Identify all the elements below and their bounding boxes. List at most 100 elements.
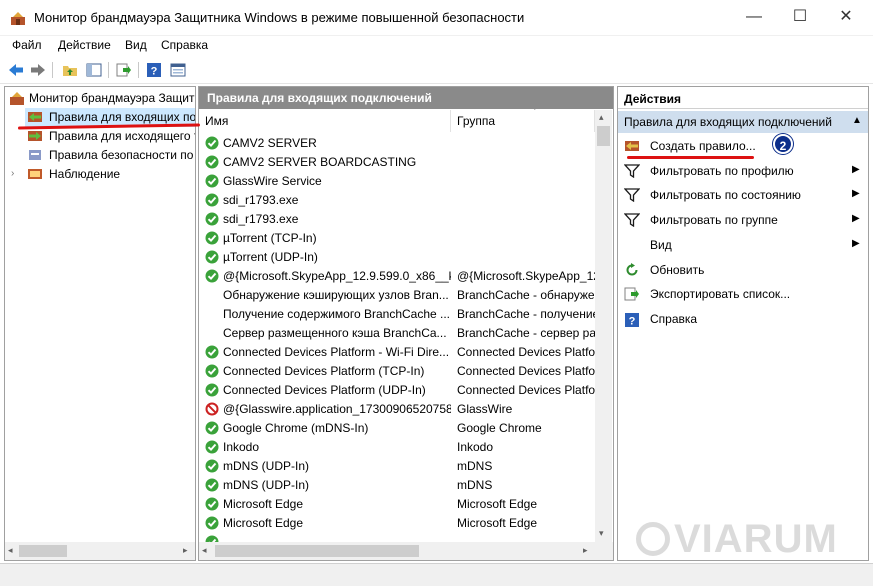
action-refresh[interactable]: Обновить	[618, 259, 868, 281]
rule-name: sdi_r1793.exe	[223, 212, 299, 226]
rule-group: BranchCache - сервер раз	[457, 326, 595, 340]
table-row[interactable]	[199, 533, 595, 542]
show-hide-tree-icon[interactable]	[84, 60, 104, 80]
allow-check-icon	[205, 345, 219, 359]
allow-check-icon	[205, 174, 219, 188]
forward-icon[interactable]	[28, 60, 48, 80]
watermark-text: VIARUM	[674, 517, 838, 561]
submenu-arrow-icon: ▶	[852, 163, 860, 175]
scroll-left-icon[interactable]: ◂	[202, 545, 207, 556]
table-row[interactable]: CAMV2 SERVER	[199, 134, 595, 153]
table-row[interactable]: Connected Devices Platform - Wi-Fi Dire.…	[199, 343, 595, 362]
action-label: Создать правило...	[650, 139, 756, 153]
rule-name: Получение содержимого BranchCache ...	[223, 307, 451, 321]
action-filter-group[interactable]: Фильтровать по группе ▶	[618, 209, 868, 231]
properties-icon[interactable]	[168, 60, 188, 80]
scroll-right-icon[interactable]: ▸	[583, 545, 588, 556]
rule-name: GlassWire Service	[223, 174, 322, 188]
allow-check-icon	[205, 155, 219, 169]
rules-pane-header: Правила для входящих подключений	[199, 87, 613, 109]
scrollbar-thumb[interactable]	[19, 545, 67, 557]
table-row[interactable]: mDNS (UDP-In) mDNS	[199, 476, 595, 495]
menu-view[interactable]: Вид	[125, 38, 147, 52]
tree-horizontal-scrollbar[interactable]: ◂ ▸	[5, 542, 195, 560]
allow-check-icon	[205, 535, 219, 542]
tree-root[interactable]: Монитор брандмауэра Защит	[5, 89, 195, 108]
folder-up-icon[interactable]	[60, 60, 80, 80]
allow-check-icon	[205, 383, 219, 397]
export-icon[interactable]	[114, 60, 134, 80]
table-row[interactable]: mDNS (UDP-In) mDNS	[199, 457, 595, 476]
back-icon[interactable]	[6, 60, 26, 80]
allow-check-icon	[205, 364, 219, 378]
close-button[interactable]: ✕	[823, 0, 869, 34]
scroll-left-icon[interactable]: ◂	[8, 545, 13, 556]
help-icon: ?	[624, 312, 640, 327]
action-view[interactable]: Вид ▶	[618, 234, 868, 256]
table-row[interactable]: Google Chrome (mDNS-In) Google Chrome	[199, 419, 595, 438]
table-row[interactable]: Microsoft Edge Microsoft Edge	[199, 514, 595, 533]
scroll-right-icon[interactable]: ▸	[183, 545, 188, 556]
menu-help[interactable]: Справка	[161, 38, 208, 52]
table-row[interactable]: @{Glasswire.application_17300906520758..…	[199, 400, 595, 419]
table-row[interactable]: µTorrent (TCP-In)	[199, 229, 595, 248]
rule-name: mDNS (UDP-In)	[223, 478, 309, 492]
action-label: Фильтровать по состоянию	[650, 188, 801, 203]
table-row[interactable]: Connected Devices Platform (UDP-In) Conne…	[199, 381, 595, 400]
rule-name: CAMV2 SERVER BOARDCASTING	[223, 155, 417, 169]
column-header-group[interactable]: Группа	[451, 110, 595, 132]
tree-item-monitoring[interactable]: › Наблюдение	[9, 165, 195, 184]
allow-check-icon	[205, 250, 219, 264]
collapse-icon[interactable]: ▲	[852, 115, 862, 126]
scroll-up-icon[interactable]: ▴	[599, 112, 604, 123]
allow-check-icon	[205, 136, 219, 150]
rule-group: Inkodo	[457, 440, 494, 454]
table-row[interactable]: Microsoft Edge Microsoft Edge	[199, 495, 595, 514]
table-row[interactable]: CAMV2 SERVER BOARDCASTING	[199, 153, 595, 172]
help-icon[interactable]: ?	[144, 60, 164, 80]
rule-name: Google Chrome (mDNS-In)	[223, 421, 369, 435]
table-row[interactable]: Получение содержимого BranchCache ... Bra…	[199, 305, 595, 324]
table-row[interactable]: GlassWire Service	[199, 172, 595, 191]
table-row[interactable]: µTorrent (UDP-In)	[199, 248, 595, 267]
menu-file[interactable]: Файл	[12, 38, 42, 52]
action-label: Экспортировать список...	[650, 287, 791, 302]
tree-item-label: Наблюдение	[49, 167, 121, 181]
table-row[interactable]: sdi_r1793.exe	[199, 210, 595, 229]
table-row[interactable]: sdi_r1793.exe	[199, 191, 595, 210]
table-row[interactable]: Inkodo Inkodo	[199, 438, 595, 457]
action-filter-state[interactable]: Фильтровать по состоянию ▶	[618, 184, 868, 206]
action-help[interactable]: ? Справка	[618, 308, 868, 330]
scrollbar-thumb[interactable]	[215, 545, 419, 557]
action-new-rule[interactable]: Создать правило...	[618, 135, 868, 157]
tree-item-outbound-rules[interactable]: Правила для исходящего т	[25, 127, 195, 146]
table-row[interactable]: Connected Devices Platform (TCP-In) Conne…	[199, 362, 595, 381]
action-label: Обновить	[650, 262, 705, 277]
tree-root-label: Монитор брандмауэра Защит	[29, 91, 195, 105]
action-filter-profile[interactable]: Фильтровать по профилю ▶	[618, 160, 868, 182]
maximize-button[interactable]: ☐	[777, 0, 823, 34]
scrollbar-thumb[interactable]	[597, 126, 610, 146]
allow-check-icon	[205, 269, 219, 283]
menu-action[interactable]: Действие	[58, 38, 111, 52]
action-export-list[interactable]: Экспортировать список...	[618, 283, 868, 305]
expand-arrow-icon[interactable]: ›	[11, 168, 27, 182]
rule-name: Connected Devices Platform (TCP-In)	[223, 364, 425, 378]
allow-check-icon	[205, 212, 219, 226]
tree-item-connection-security[interactable]: Правила безопасности по	[25, 146, 195, 165]
column-header-name[interactable]: Имя	[199, 110, 451, 132]
rules-vertical-scrollbar[interactable]: ▴ ▾	[595, 110, 612, 542]
table-row[interactable]: Обнаружение кэширующих узлов Bran... Bran…	[199, 286, 595, 305]
rule-group: Google Chrome	[457, 421, 542, 435]
table-row[interactable]: Сервер размещенного кэша BranchCa... Bran…	[199, 324, 595, 343]
actions-section-label: Правила для входящих подключений	[624, 115, 832, 129]
rule-name: Обнаружение кэширующих узлов Bran...	[223, 288, 449, 302]
submenu-arrow-icon: ▶	[852, 188, 860, 200]
table-row[interactable]: @{Microsoft.SkypeApp_12.9.599.0_x86__k..…	[199, 267, 595, 286]
actions-section-header[interactable]: Правила для входящих подключений ▲	[618, 111, 868, 133]
action-label: Фильтровать по группе	[650, 213, 778, 228]
minimize-button[interactable]: —	[731, 0, 777, 34]
no-status-icon	[205, 307, 219, 321]
scroll-down-icon[interactable]: ▾	[599, 528, 604, 539]
rules-horizontal-scrollbar[interactable]: ◂ ▸	[199, 542, 613, 560]
